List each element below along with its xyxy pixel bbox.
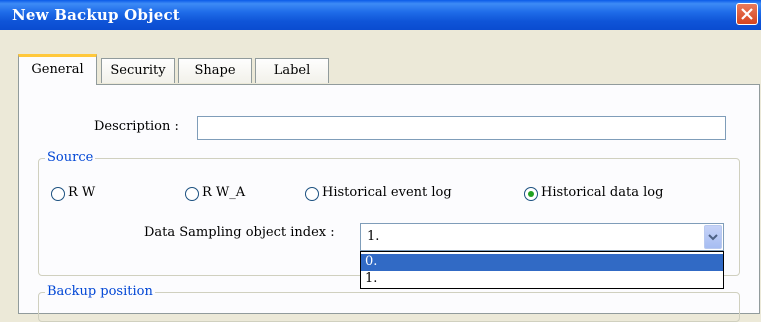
tab-shape[interactable]: Shape [178, 58, 252, 83]
tab-label[interactable]: Label [255, 58, 329, 83]
radio-historical-event-log-label[interactable]: Historical event log [322, 185, 452, 200]
radio-rw-label[interactable]: R W [68, 185, 95, 200]
sampling-index-select[interactable]: 1. [360, 223, 724, 251]
radio-rw-a-label[interactable]: R W_A [202, 185, 245, 200]
sampling-index-label: Data Sampling object index : [144, 225, 335, 240]
description-input[interactable] [197, 116, 726, 140]
tab-general[interactable]: General [18, 54, 97, 85]
radio-historical-data-log-label[interactable]: Historical data log [541, 185, 663, 200]
dropdown-button[interactable] [704, 225, 722, 249]
dropdown-option[interactable]: 1. [361, 271, 723, 288]
sampling-index-value: 1. [367, 229, 380, 244]
description-label: Description : [94, 119, 179, 134]
dropdown-option[interactable]: 0. [361, 254, 723, 271]
backup-position-legend: Backup position [45, 284, 155, 299]
close-icon [741, 8, 753, 20]
chevron-down-icon [708, 234, 718, 241]
close-button[interactable] [736, 3, 758, 25]
radio-historical-data-log[interactable] [524, 187, 538, 201]
radio-selected-dot [528, 191, 534, 197]
source-legend: Source [45, 150, 96, 165]
radio-historical-event-log[interactable] [305, 187, 319, 201]
window-title: New Backup Object [12, 6, 180, 24]
sampling-index-dropdown: 0. 1. [360, 251, 724, 289]
title-bar[interactable]: New Backup Object [0, 0, 761, 30]
radio-rw[interactable] [51, 187, 65, 201]
radio-rw-a[interactable] [185, 187, 199, 201]
tab-security[interactable]: Security [101, 58, 175, 83]
